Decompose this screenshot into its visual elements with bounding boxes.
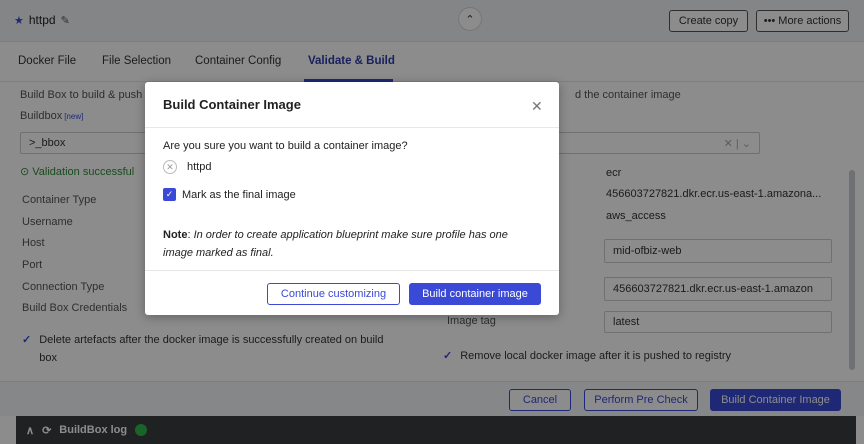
- continue-customizing-button[interactable]: Continue customizing: [267, 283, 400, 305]
- dialog-divider: [145, 270, 559, 271]
- mark-final-label: Mark as the final image: [182, 188, 296, 201]
- note-line2: image marked as final.: [163, 247, 274, 259]
- x-circle-icon: ✕: [163, 160, 177, 174]
- build-confirm-dialog: Build Container Image ✕ Are you sure you…: [145, 82, 559, 315]
- dialog-title: Build Container Image: [163, 97, 301, 112]
- image-name: httpd: [187, 161, 212, 173]
- close-icon[interactable]: ✕: [531, 98, 543, 115]
- note-label: Note: [163, 229, 188, 241]
- build-container-image-confirm-button[interactable]: Build container image: [409, 283, 541, 305]
- image-name-row: ✕ httpd: [163, 160, 211, 174]
- dialog-question: Are you sure you want to build a contain…: [163, 140, 408, 152]
- mark-final-checkbox[interactable]: ✓ Mark as the final image: [163, 188, 296, 201]
- note-line1: In order to create application blueprint…: [193, 229, 508, 241]
- checkbox-checked-icon: ✓: [163, 188, 176, 201]
- dialog-note: Note: In order to create application blu…: [163, 229, 508, 259]
- dialog-divider: [145, 127, 559, 128]
